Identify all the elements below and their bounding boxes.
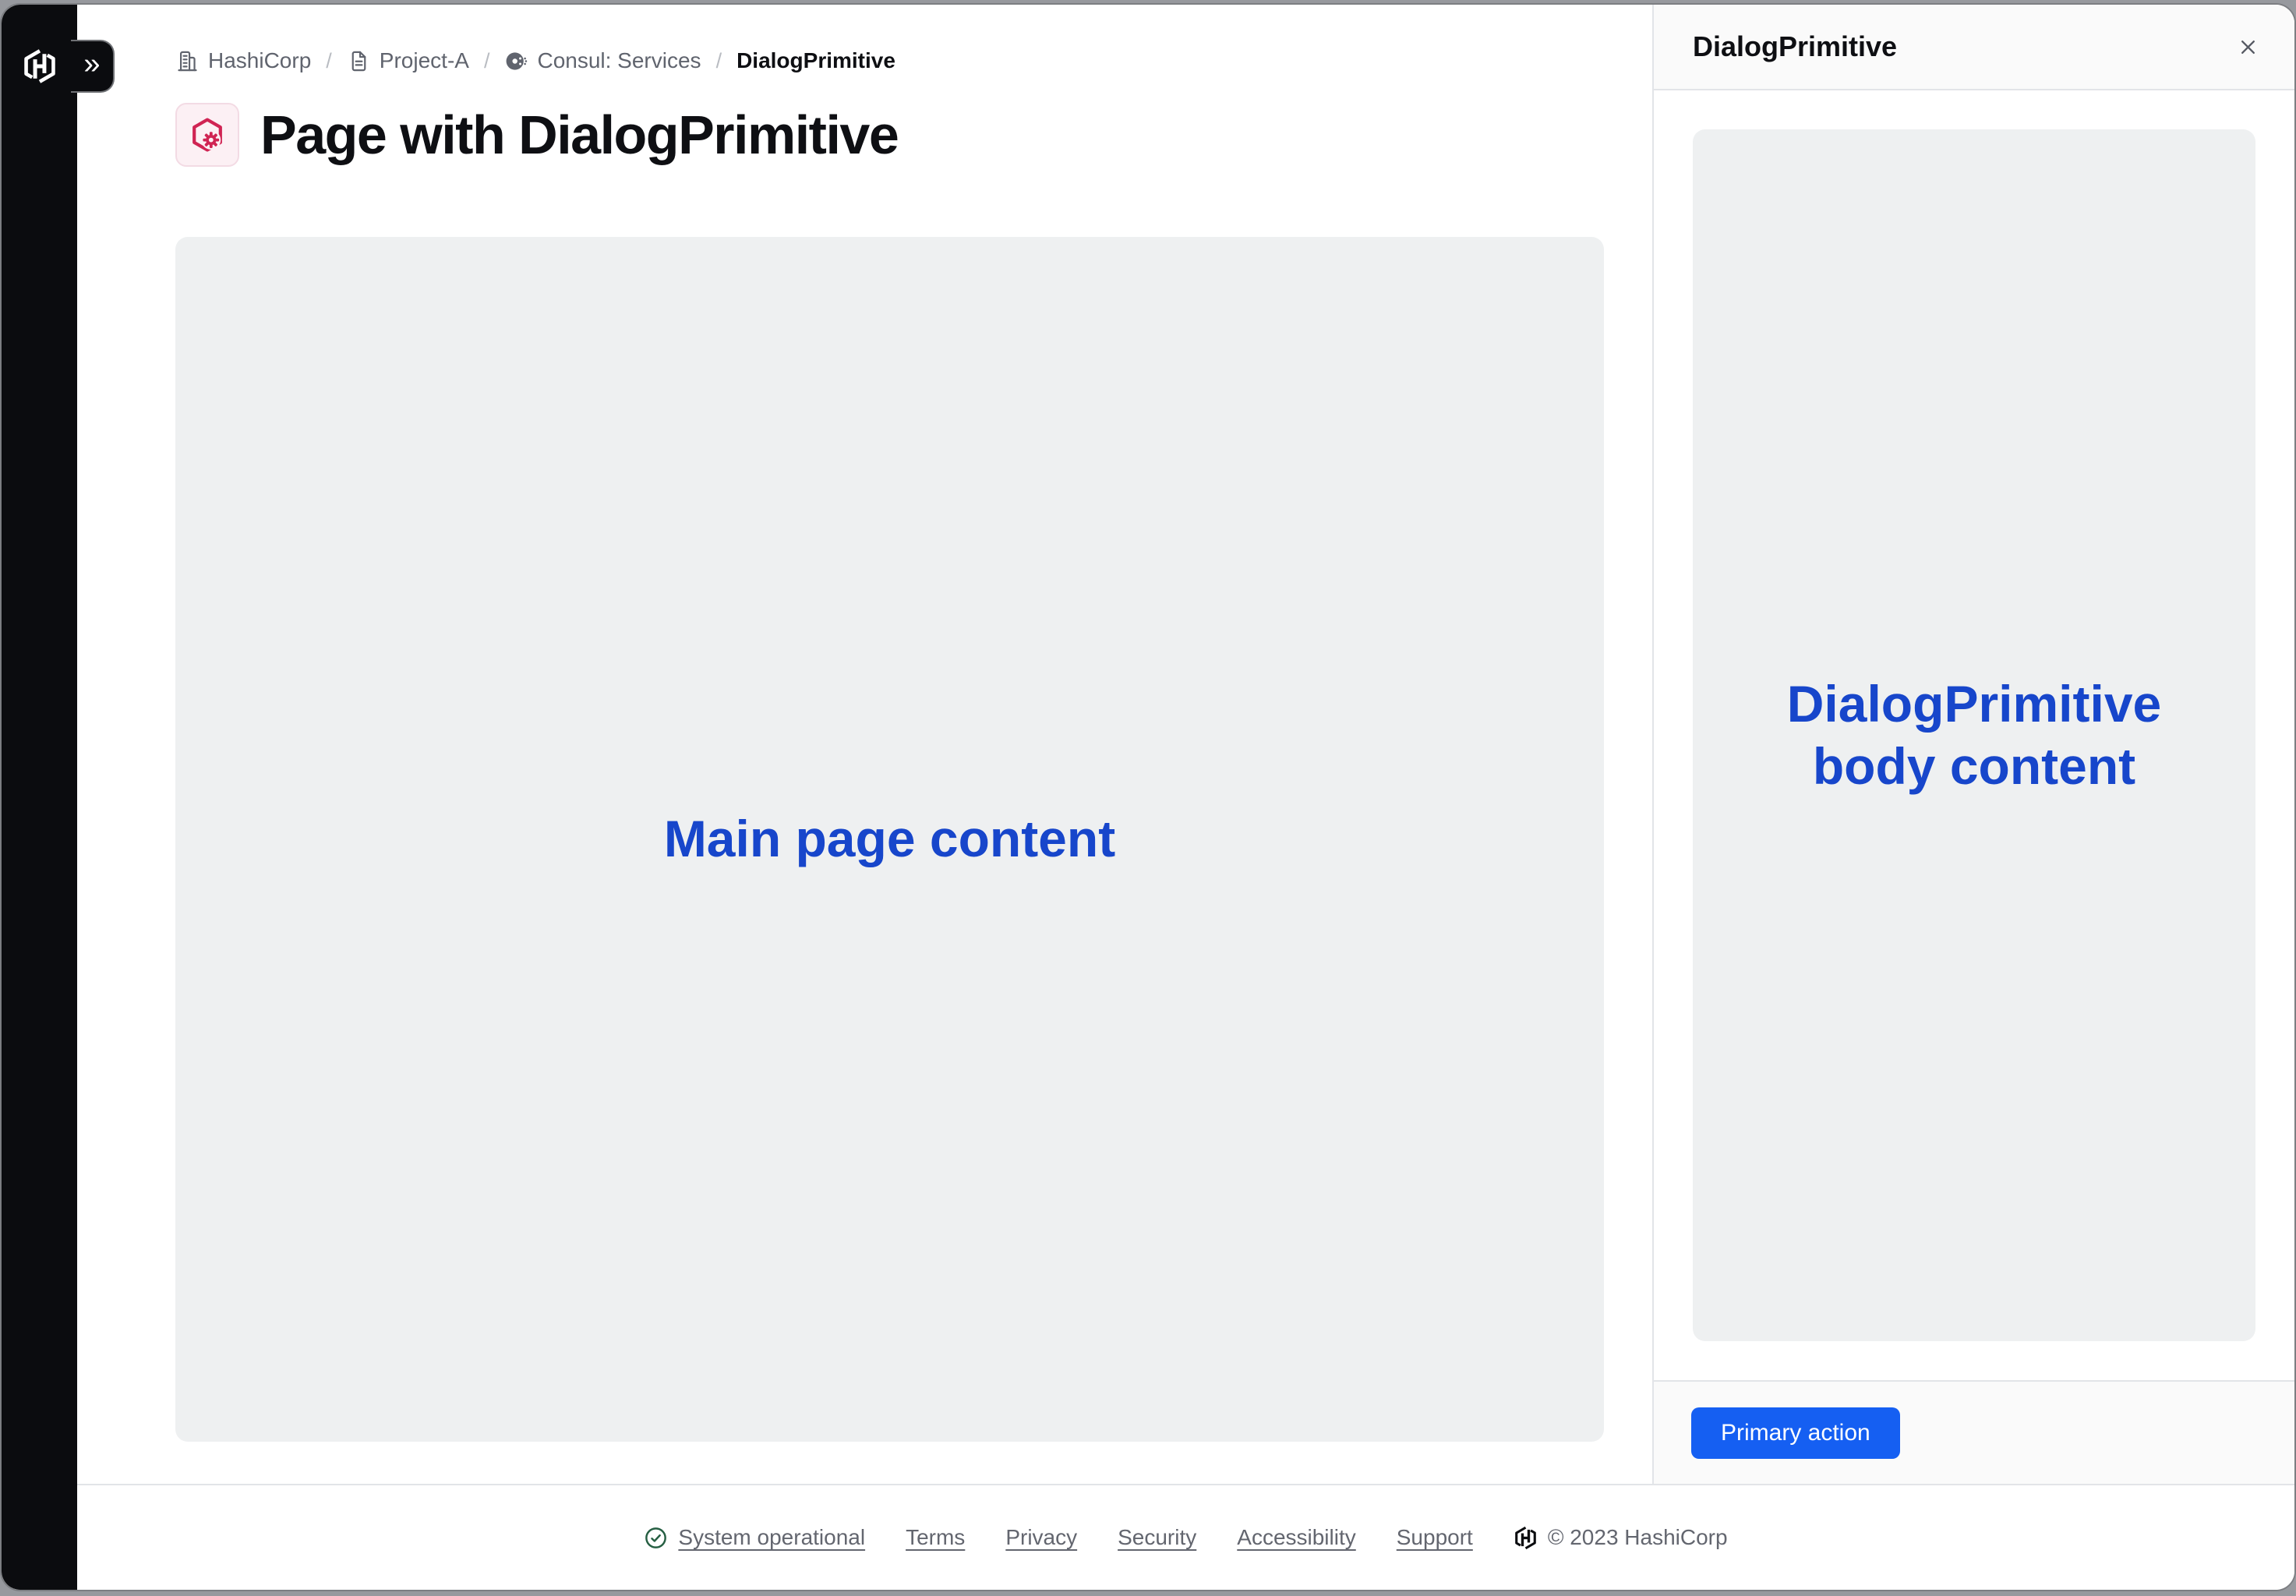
dialog-body: DialogPrimitive body content <box>1654 90 2294 1380</box>
footer-brand: © 2023 HashiCorp <box>1514 1525 1728 1550</box>
breadcrumb-separator: / <box>326 49 332 73</box>
hexagon-gear-icon <box>175 103 239 167</box>
primary-action-button[interactable]: Primary action <box>1691 1407 1900 1459</box>
breadcrumb-item-hashicorp[interactable]: HashiCorp <box>175 48 311 73</box>
app-window: » HashiCorp / <box>0 3 2296 1591</box>
main-placeholder-box: Main page content <box>175 237 1604 1442</box>
dialog-close-button[interactable] <box>2229 28 2266 65</box>
dialog-panel: DialogPrimitive DialogPrimitive body con… <box>1652 5 2294 1484</box>
check-circle-icon <box>644 1526 668 1550</box>
breadcrumb-separator: / <box>484 49 490 73</box>
app-footer: System operational Terms Privacy Securit… <box>77 1485 2294 1590</box>
consul-icon <box>504 49 528 73</box>
dialog-title: DialogPrimitive <box>1693 30 1897 63</box>
breadcrumb-item-current: DialogPrimitive <box>736 48 895 73</box>
main-placeholder-text: Main page content <box>664 808 1115 870</box>
breadcrumb: HashiCorp / Project-A / <box>175 48 1604 73</box>
file-icon <box>347 49 371 73</box>
org-icon <box>175 49 200 73</box>
footer-link-terms[interactable]: Terms <box>906 1525 965 1550</box>
main-wrap: HashiCorp / Project-A / <box>77 5 2294 1590</box>
double-chevron-right-icon: » <box>83 49 100 83</box>
system-status-link[interactable]: System operational <box>644 1525 865 1550</box>
breadcrumb-separator: / <box>716 49 722 73</box>
hashicorp-logo-icon <box>22 48 58 84</box>
close-icon <box>2238 37 2259 58</box>
copyright-text: © 2023 HashiCorp <box>1548 1525 1728 1550</box>
dialog-placeholder-box: DialogPrimitive body content <box>1693 129 2255 1341</box>
breadcrumb-item-consul-services[interactable]: Consul: Services <box>504 48 701 73</box>
breadcrumb-label: Project-A <box>380 48 469 73</box>
content-row: HashiCorp / Project-A / <box>77 5 2294 1485</box>
page-title: Page with DialogPrimitive <box>260 104 898 166</box>
main-content: HashiCorp / Project-A / <box>77 5 1652 1484</box>
dialog-placeholder-text: DialogPrimitive body content <box>1787 673 2161 796</box>
breadcrumb-label: HashiCorp <box>208 48 311 73</box>
breadcrumb-item-project-a[interactable]: Project-A <box>347 48 469 73</box>
sidebar: » <box>2 5 77 1590</box>
footer-link-accessibility[interactable]: Accessibility <box>1237 1525 1355 1550</box>
footer-link-support[interactable]: Support <box>1397 1525 1473 1550</box>
footer-link-privacy[interactable]: Privacy <box>1005 1525 1077 1550</box>
breadcrumb-label: Consul: Services <box>537 48 701 73</box>
dialog-footer: Primary action <box>1654 1380 2294 1484</box>
hashicorp-logo-icon <box>1514 1526 1538 1550</box>
dialog-header: DialogPrimitive <box>1654 5 2294 90</box>
footer-link-security[interactable]: Security <box>1118 1525 1196 1550</box>
sidebar-expand-button[interactable]: » <box>71 40 115 93</box>
system-status-label: System operational <box>678 1525 865 1550</box>
breadcrumb-label: DialogPrimitive <box>736 48 895 73</box>
page-header: Page with DialogPrimitive <box>175 103 1604 167</box>
